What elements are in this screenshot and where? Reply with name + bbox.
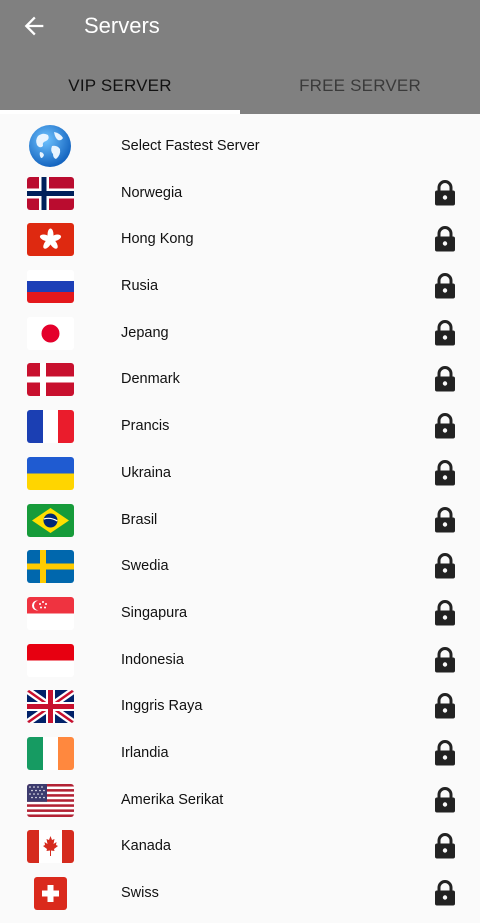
lock-icon	[433, 647, 457, 673]
lock-icon	[433, 833, 457, 859]
server-name: Rusia	[121, 278, 159, 295]
norway-flag-icon	[27, 176, 74, 210]
tab-label: VIP SERVER	[68, 76, 172, 95]
server-row-ukraine[interactable]: Ukraina	[0, 450, 480, 497]
server-row-denmark[interactable]: Denmark	[0, 356, 480, 403]
brazil-flag-icon	[27, 503, 74, 537]
select-fastest-server-row[interactable]: Select Fastest Server	[0, 123, 480, 170]
server-name: Indonesia	[121, 651, 184, 668]
lock-icon	[433, 273, 457, 299]
switzerland-flag-icon	[27, 877, 74, 910]
app-bar: Servers VIP SERVER FREE SERVER	[0, 0, 480, 114]
france-flag-icon	[27, 410, 74, 444]
singapore-flag-icon	[27, 596, 74, 630]
server-name: Inggris Raya	[121, 698, 203, 715]
server-name: Jepang	[121, 324, 169, 341]
usa-flag-icon	[27, 783, 74, 817]
lock-icon	[433, 693, 457, 719]
server-row-japan[interactable]: Jepang	[0, 310, 480, 357]
ukraine-flag-icon	[27, 456, 74, 490]
server-row-switzerland[interactable]: Swiss	[0, 870, 480, 917]
denmark-flag-icon	[27, 363, 74, 397]
back-arrow-icon[interactable]	[20, 12, 48, 40]
russia-flag-icon	[27, 270, 74, 304]
server-row-singapore[interactable]: Singapura	[0, 590, 480, 637]
lock-icon	[433, 366, 457, 392]
server-name: Prancis	[121, 418, 170, 435]
uk-flag-icon	[27, 690, 74, 724]
lock-icon	[433, 553, 457, 579]
tab-free-server[interactable]: FREE SERVER	[240, 62, 480, 114]
server-name: Swedia	[121, 558, 169, 575]
lock-icon	[433, 180, 457, 206]
server-name: Norwegia	[121, 184, 183, 201]
server-name: Hong Kong	[121, 231, 194, 248]
server-row-russia[interactable]: Rusia	[0, 263, 480, 310]
tab-indicator	[0, 110, 240, 114]
server-row-brazil[interactable]: Brasil	[0, 497, 480, 544]
server-name: Kanada	[121, 838, 171, 855]
server-row-france[interactable]: Prancis	[0, 403, 480, 450]
server-row-indonesia[interactable]: Indonesia	[0, 637, 480, 684]
server-name: Ukraina	[121, 464, 171, 481]
server-row-hongkong[interactable]: Hong Kong	[0, 216, 480, 263]
server-row-ireland[interactable]: Irlandia	[0, 730, 480, 777]
lock-icon	[433, 507, 457, 533]
hongkong-flag-icon	[27, 223, 74, 257]
server-name: Irlandia	[121, 744, 169, 761]
lock-icon	[433, 880, 457, 906]
lock-icon	[433, 460, 457, 486]
japan-flag-icon	[27, 316, 74, 350]
server-row-sweden[interactable]: Swedia	[0, 543, 480, 590]
lock-icon	[433, 740, 457, 766]
ireland-flag-icon	[27, 736, 74, 770]
server-name: Singapura	[121, 604, 188, 621]
server-name: Amerika Serikat	[121, 791, 224, 808]
lock-icon	[433, 320, 457, 346]
canada-flag-icon	[27, 830, 74, 864]
server-row-canada[interactable]: Kanada	[0, 823, 480, 870]
server-name: Brasil	[121, 511, 158, 528]
fastest-server-label: Select Fastest Server	[121, 138, 260, 154]
tab-bar: VIP SERVER FREE SERVER	[0, 62, 480, 114]
server-row-uk[interactable]: Inggris Raya	[0, 683, 480, 730]
lock-icon	[433, 600, 457, 626]
sweden-flag-icon	[27, 550, 74, 584]
indonesia-flag-icon	[27, 643, 74, 677]
globe-icon	[29, 125, 71, 167]
lock-icon	[433, 226, 457, 252]
page-title: Servers	[84, 13, 160, 38]
server-row-usa[interactable]: Amerika Serikat	[0, 777, 480, 824]
tab-label: FREE SERVER	[299, 76, 421, 95]
server-name: Denmark	[121, 371, 180, 388]
lock-icon	[433, 787, 457, 813]
lock-icon	[433, 413, 457, 439]
server-row-norway[interactable]: Norwegia	[0, 170, 480, 217]
server-name: Swiss	[121, 885, 159, 901]
tab-vip-server[interactable]: VIP SERVER	[0, 62, 240, 114]
server-list: Select Fastest Server Norwegia Hong Kong R…	[0, 123, 480, 917]
